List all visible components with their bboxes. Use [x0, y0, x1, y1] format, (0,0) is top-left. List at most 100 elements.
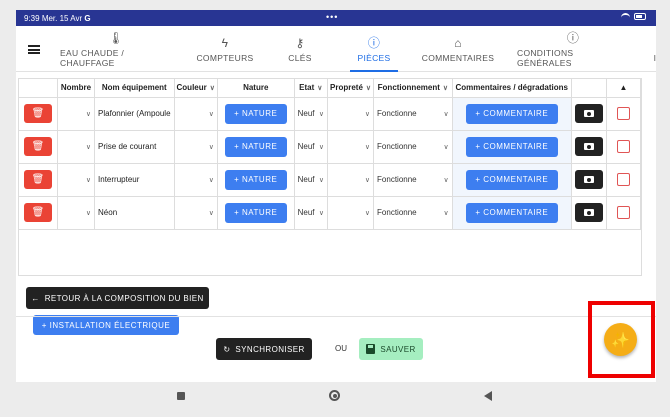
chevron-down-icon: ∨	[364, 209, 371, 217]
delete-button[interactable]: 🗑	[23, 170, 52, 189]
tab-cles[interactable]: ⚷ CLÉS	[282, 26, 318, 72]
camera-button[interactable]	[574, 170, 603, 189]
tab-conditions-generales[interactable]: ⓘ CONDITIONS GÉNÉRALES	[517, 26, 629, 72]
camera-button[interactable]	[574, 137, 603, 156]
chevron-down-icon: ∨	[85, 209, 92, 217]
add-comment-button[interactable]: + COMMENTAIRE	[465, 136, 558, 157]
anomaly-checkbox[interactable]	[616, 107, 630, 120]
header-fonctionnement[interactable]: Fonctionnement ∨	[373, 79, 453, 98]
chevron-down-icon: ∨	[208, 209, 214, 217]
tab-commentaires[interactable]: ⌂ COMMENTAIRES	[421, 26, 495, 72]
equipment-name-input[interactable]: Néon	[94, 196, 175, 230]
camera-button[interactable]	[574, 203, 603, 222]
camera-icon	[583, 143, 594, 150]
delete-button[interactable]: 🗑	[23, 203, 52, 222]
tab-label: PIÈCES	[357, 52, 391, 63]
trash-icon: 🗑	[31, 141, 45, 152]
status-time: 9:39	[24, 13, 40, 23]
chevron-down-icon: ∨	[85, 176, 92, 184]
tab-eau-chaude[interactable]: 🌡 EAU CHAUDE / CHAUFFAGE	[60, 26, 172, 72]
arrow-left-icon: ←	[31, 293, 40, 303]
tab-label: COMMENTAIRES	[421, 52, 495, 63]
equipment-name-input[interactable]: Interrupteur	[94, 163, 175, 197]
fonctionnement-select[interactable]: Fonctionne ∨	[373, 130, 453, 164]
chevron-down-icon: ∨	[365, 85, 372, 93]
table-header: Nombre Nom équipement Couleur ∨ Nature Et…	[19, 79, 642, 98]
home-nav-icon[interactable]	[329, 390, 340, 401]
tab-label: CLÉS	[288, 52, 312, 63]
save-button[interactable]: SAUVER	[359, 338, 423, 360]
camera-icon	[583, 176, 594, 183]
menu-icon[interactable]	[28, 45, 40, 54]
equipment-name-input[interactable]: Prise de courant	[94, 130, 175, 164]
back-to-composition-button[interactable]: ← RETOUR À LA COMPOSITION DU BIEN	[26, 287, 209, 309]
add-nature-button[interactable]: + NATURE	[224, 103, 287, 124]
header-etat[interactable]: Etat ∨	[294, 79, 329, 98]
table-row: 🗑 ∨ Prise de courant ∨ + NATURE Neuf ∨ ∨ …	[19, 130, 642, 164]
add-comment-button[interactable]: + COMMENTAIRE	[465, 103, 558, 124]
chevron-down-icon: ∨	[85, 143, 92, 151]
chevron-down-icon: ∨	[208, 110, 214, 118]
fonctionnement-select[interactable]: Fonctionne ∨	[373, 196, 453, 230]
delete-button[interactable]: 🗑	[23, 137, 52, 156]
divider	[16, 316, 656, 317]
thermometer-icon: 🌡	[108, 30, 124, 45]
tab-overflow[interactable]: I	[650, 26, 656, 72]
chevron-down-icon: ∨	[318, 209, 324, 217]
header-couleur[interactable]: Couleur ∨	[174, 79, 218, 98]
proprete-select[interactable]: ∨	[327, 196, 375, 230]
chevron-down-icon: ∨	[364, 176, 371, 184]
couleur-select[interactable]: ∨	[174, 163, 218, 197]
camera-button[interactable]	[574, 104, 603, 123]
nombre-select[interactable]: ∨	[57, 130, 96, 164]
equipment-name-input[interactable]: Plafonnier (Ampoule	[94, 97, 175, 131]
anomaly-checkbox[interactable]	[616, 173, 630, 186]
add-nature-button[interactable]: + NATURE	[224, 202, 287, 223]
anomaly-checkbox[interactable]	[616, 140, 630, 153]
tab-label: CONDITIONS GÉNÉRALES	[517, 47, 574, 68]
fonctionnement-select[interactable]: Fonctionne ∨	[373, 163, 453, 197]
flash-icon: ϟ	[221, 35, 229, 50]
trash-icon: 🗑	[31, 108, 45, 119]
tab-compteurs[interactable]: ϟ COMPTEURS	[194, 26, 256, 72]
nombre-select[interactable]: ∨	[57, 196, 96, 230]
header-proprete[interactable]: Propreté ∨	[327, 79, 375, 98]
couleur-select[interactable]: ∨	[174, 196, 218, 230]
proprete-select[interactable]: ∨	[327, 163, 375, 197]
table-row: 🗑 ∨ Plafonnier (Ampoule ∨ + NATURE Neuf ∨…	[19, 97, 642, 131]
battery-icon	[634, 13, 646, 20]
proprete-select[interactable]: ∨	[327, 97, 375, 131]
delete-button[interactable]: 🗑	[23, 104, 52, 123]
couleur-select[interactable]: ∨	[174, 97, 218, 131]
etat-select[interactable]: Neuf ∨	[294, 97, 329, 131]
tab-pieces[interactable]: ⓘ PIÈCES	[350, 26, 398, 72]
add-nature-button[interactable]: + NATURE	[224, 136, 287, 157]
proprete-select[interactable]: ∨	[327, 130, 375, 164]
nombre-select[interactable]: ∨	[57, 97, 96, 131]
chevron-down-icon: ∨	[443, 110, 449, 118]
add-comment-button[interactable]: + COMMENTAIRE	[465, 202, 558, 223]
sparkle-fab-button[interactable]: ✨	[604, 323, 637, 356]
anomaly-checkbox[interactable]	[616, 206, 630, 219]
etat-select[interactable]: Neuf ∨	[294, 130, 329, 164]
etat-select[interactable]: Neuf ∨	[294, 163, 329, 197]
tab-label: EAU CHAUDE / CHAUFFAGE	[60, 47, 125, 68]
camera-icon	[583, 209, 594, 216]
save-icon	[366, 344, 376, 354]
add-installation-electrique-button[interactable]: + INSTALLATION ÉLECTRIQUE	[33, 315, 179, 335]
add-comment-button[interactable]: + COMMENTAIRE	[465, 169, 558, 190]
back-nav-icon[interactable]	[484, 391, 492, 401]
nombre-select[interactable]: ∨	[57, 163, 96, 197]
fonctionnement-select[interactable]: Fonctionne ∨	[373, 97, 453, 131]
equipment-table: Nombre Nom équipement Couleur ∨ Nature Et…	[18, 78, 642, 335]
sparkle-icon: ✨	[611, 331, 630, 349]
recents-icon[interactable]	[177, 392, 185, 400]
couleur-select[interactable]: ∨	[174, 130, 218, 164]
add-nature-button[interactable]: + NATURE	[224, 169, 287, 190]
etat-select[interactable]: Neuf ∨	[294, 196, 329, 230]
chevron-down-icon: ∨	[85, 110, 92, 118]
home-icon: ⌂	[454, 35, 462, 50]
status-bar: 9:39 Mer. 15 Avr G •••	[16, 10, 656, 26]
header-nombre: Nombre	[57, 79, 96, 98]
synchronize-button[interactable]: ↻ SYNCHRONISER	[216, 338, 312, 360]
